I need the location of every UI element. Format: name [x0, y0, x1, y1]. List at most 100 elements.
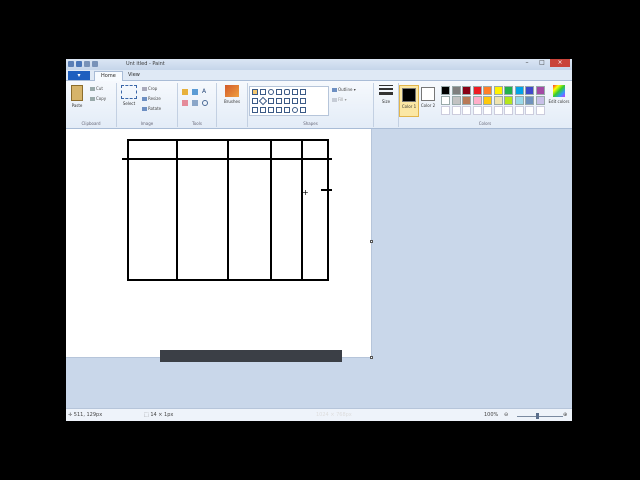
cloud-callout-shape-icon[interactable] — [300, 107, 306, 113]
fill-button[interactable]: Fill ▾ — [332, 97, 347, 102]
window-title: Unt itled - Paint — [126, 61, 165, 67]
rotate-button[interactable]: Rotate — [142, 106, 161, 111]
empty-palette-swatch[interactable] — [441, 106, 450, 115]
tools-group: A Tools — [178, 83, 217, 127]
canvas-area[interactable]: + — [66, 129, 572, 408]
palette-swatch[interactable] — [483, 86, 492, 95]
zoom-out-button[interactable]: ⊖ — [504, 412, 508, 418]
outline-button[interactable]: Outline ▾ — [332, 87, 356, 92]
palette-swatch[interactable] — [504, 96, 513, 105]
five-point-star-shape-icon[interactable] — [268, 107, 274, 113]
palette-swatch[interactable] — [441, 96, 450, 105]
empty-palette-swatch[interactable] — [451, 106, 461, 115]
palette-swatch[interactable] — [525, 86, 534, 95]
fill-dropdown-icon — [332, 98, 337, 102]
palette-swatch[interactable] — [451, 86, 461, 95]
rounded-rectangle-shape-icon[interactable] — [284, 89, 290, 95]
palette-swatch[interactable] — [451, 96, 461, 105]
curve-shape-icon[interactable] — [260, 89, 266, 95]
empty-palette-swatch[interactable] — [493, 106, 503, 115]
diamond-shape-icon[interactable] — [258, 96, 268, 106]
crop-button[interactable]: Crop — [142, 86, 157, 91]
empty-palette-swatch[interactable] — [483, 106, 492, 115]
app-icon[interactable] — [68, 61, 74, 67]
copy-button[interactable]: Copy — [90, 96, 106, 101]
magnifier-icon[interactable] — [202, 100, 208, 106]
minimize-button[interactable]: – — [520, 59, 534, 67]
palette-swatch[interactable] — [514, 96, 524, 105]
oval-callout-shape-icon[interactable] — [292, 107, 298, 113]
triangle-shape-icon[interactable] — [300, 89, 306, 95]
color-picker-icon[interactable] — [192, 100, 198, 106]
six-point-star-shape-icon[interactable] — [276, 107, 282, 113]
zoom-slider[interactable] — [517, 416, 563, 417]
maximize-button[interactable]: □ — [535, 59, 549, 67]
empty-palette-swatch[interactable] — [472, 106, 482, 115]
text-icon[interactable]: A — [202, 89, 208, 95]
cut-button[interactable]: Cut — [90, 86, 103, 91]
line-shape-icon[interactable] — [252, 89, 258, 95]
right-triangle-shape-icon[interactable] — [252, 98, 258, 104]
palette-swatch[interactable] — [441, 86, 450, 95]
color2-button[interactable]: Color 2 — [419, 85, 437, 108]
resize-handle-right[interactable] — [370, 240, 373, 243]
palette-swatch[interactable] — [462, 86, 471, 95]
zoom-slider-thumb[interactable] — [536, 413, 539, 419]
drawing-canvas[interactable]: + — [66, 129, 372, 358]
redo-icon[interactable] — [92, 61, 98, 67]
save-icon[interactable] — [76, 61, 82, 67]
palette-swatch[interactable] — [535, 86, 545, 95]
empty-palette-swatch[interactable] — [514, 106, 524, 115]
oval-shape-icon[interactable] — [268, 89, 274, 95]
tools-label: Tools — [192, 121, 202, 126]
palette-swatch[interactable] — [493, 96, 503, 105]
pencil-icon[interactable] — [182, 89, 188, 95]
left-arrow-shape-icon[interactable] — [292, 98, 298, 104]
tab-view[interactable]: View — [122, 71, 146, 80]
palette-swatch[interactable] — [514, 86, 524, 95]
edit-colors-button[interactable]: Edit colors — [548, 85, 570, 104]
colors-group: Color 1 Color 2 Edit colors Colors — [399, 83, 571, 127]
resize-button[interactable]: Resize — [142, 96, 161, 101]
palette-swatch[interactable] — [462, 96, 471, 105]
down-arrow-shape-icon[interactable] — [252, 107, 258, 113]
fill-icon[interactable] — [192, 89, 198, 95]
window-controls: – □ × — [520, 59, 570, 67]
up-arrow-shape-icon[interactable] — [300, 98, 306, 104]
select-button[interactable]: Select — [120, 85, 138, 106]
rectangle-shape-icon[interactable] — [276, 89, 282, 95]
palette-swatch[interactable] — [493, 86, 503, 95]
undo-icon[interactable] — [84, 61, 90, 67]
empty-palette-swatch[interactable] — [504, 106, 513, 115]
zoom-in-button[interactable]: ⊕ — [563, 412, 567, 418]
callout-shape-icon[interactable] — [284, 107, 290, 113]
copy-icon — [90, 97, 95, 101]
drawing: + — [122, 139, 332, 281]
palette-swatch[interactable] — [504, 86, 513, 95]
brushes-button[interactable]: Brushes — [221, 85, 243, 104]
empty-palette-swatch[interactable] — [525, 106, 534, 115]
resize-handle-corner[interactable] — [370, 356, 373, 359]
palette-swatch[interactable] — [483, 96, 492, 105]
four-point-star-shape-icon[interactable] — [260, 107, 266, 113]
shapes-gallery[interactable] — [249, 86, 329, 116]
tab-home[interactable]: Home — [94, 71, 123, 81]
polygon-shape-icon[interactable] — [292, 89, 298, 95]
empty-palette-swatch[interactable] — [535, 106, 545, 115]
canvas-size: 1024 × 768px — [316, 412, 352, 418]
palette-swatch[interactable] — [535, 96, 545, 105]
palette-swatch[interactable] — [525, 96, 534, 105]
hexagon-shape-icon[interactable] — [276, 98, 282, 104]
size-button[interactable]: Size — [378, 85, 394, 104]
palette-swatch[interactable] — [472, 86, 482, 95]
paste-button[interactable]: Paste — [69, 85, 85, 108]
paint-menu-button[interactable]: ▾ — [68, 71, 90, 80]
palette-swatch[interactable] — [472, 96, 482, 105]
eraser-icon[interactable] — [182, 100, 188, 106]
pentagon-shape-icon[interactable] — [268, 98, 274, 104]
rotate-icon — [142, 107, 147, 111]
color1-button[interactable]: Color 1 — [399, 85, 419, 117]
close-button[interactable]: × — [550, 59, 570, 67]
empty-palette-swatch[interactable] — [462, 106, 471, 115]
right-arrow-shape-icon[interactable] — [284, 98, 290, 104]
